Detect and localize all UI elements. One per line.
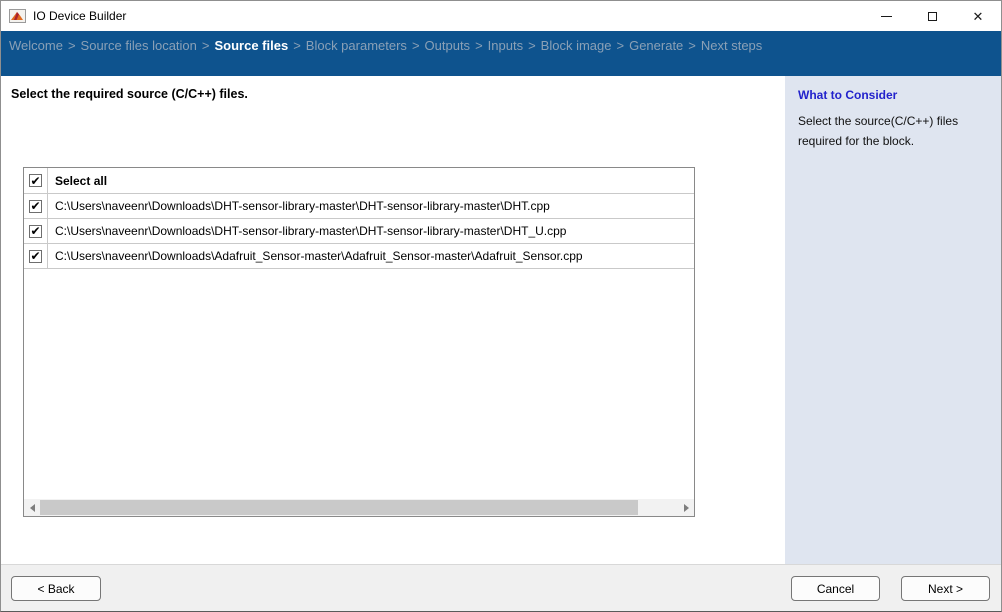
- matlab-icon: [9, 9, 26, 23]
- table-row[interactable]: ✔ C:\Users\naveenr\Downloads\Adafruit_Se…: [24, 244, 694, 269]
- next-button[interactable]: Next >: [901, 576, 990, 601]
- select-all-checkbox[interactable]: ✔: [29, 174, 42, 187]
- breadcrumb-separator: >: [68, 38, 76, 53]
- breadcrumb-step-block-image[interactable]: Block image: [541, 38, 612, 53]
- select-all-checkbox-cell: ✔: [24, 168, 48, 193]
- maximize-icon: [928, 12, 937, 21]
- source-files-table: ✔ Select all ✔ C:\Users\naveenr\Download…: [23, 167, 695, 517]
- source-file-path: C:\Users\naveenr\Downloads\DHT-sensor-li…: [48, 219, 566, 243]
- checkbox-check-icon: ✔: [30, 250, 40, 262]
- row-checkbox[interactable]: ✔: [29, 250, 42, 263]
- breadcrumb-step-source-files[interactable]: Source files: [214, 38, 288, 53]
- scroll-right-icon: [684, 504, 689, 512]
- breadcrumb-step-welcome[interactable]: Welcome: [9, 38, 63, 53]
- cancel-button[interactable]: Cancel: [791, 576, 880, 601]
- breadcrumb-separator: >: [293, 38, 301, 53]
- sidebar-title: What to Consider: [798, 88, 988, 102]
- row-checkbox[interactable]: ✔: [29, 225, 42, 238]
- scrollbar-thumb[interactable]: [40, 500, 638, 515]
- breadcrumb-separator: >: [475, 38, 483, 53]
- maximize-button[interactable]: [909, 1, 955, 31]
- close-icon: ✕: [973, 10, 984, 23]
- source-file-path: C:\Users\naveenr\Downloads\DHT-sensor-li…: [48, 194, 550, 218]
- table-row[interactable]: ✔ C:\Users\naveenr\Downloads\DHT-sensor-…: [24, 194, 694, 219]
- breadcrumb-step-inputs[interactable]: Inputs: [488, 38, 523, 53]
- minimize-button[interactable]: [863, 1, 909, 31]
- breadcrumb-separator: >: [412, 38, 420, 53]
- horizontal-scrollbar[interactable]: [24, 499, 694, 516]
- row-checkbox[interactable]: ✔: [29, 200, 42, 213]
- row-checkbox-cell: ✔: [24, 244, 48, 268]
- checkbox-check-icon: ✔: [30, 200, 40, 212]
- io-device-builder-window: IO Device Builder ✕ Welcome > Source files…: [0, 0, 1002, 612]
- select-all-label: Select all: [48, 168, 107, 193]
- breadcrumb-step-block-parameters[interactable]: Block parameters: [306, 38, 407, 53]
- breadcrumb-separator: >: [202, 38, 210, 53]
- footer-bar: < Back Cancel Next >: [1, 564, 1001, 611]
- window-title: IO Device Builder: [33, 9, 126, 23]
- table-header-row: ✔ Select all: [24, 168, 694, 194]
- close-button[interactable]: ✕: [955, 1, 1001, 31]
- sidebar-help-text: Select the source(C/C++) files required …: [798, 111, 988, 152]
- page-title: Select the required source (C/C++) files…: [11, 87, 248, 101]
- scroll-left-icon: [30, 504, 35, 512]
- wizard-breadcrumb: Welcome > Source files location > Source fil…: [1, 31, 1001, 76]
- breadcrumb-separator: >: [528, 38, 536, 53]
- back-button[interactable]: < Back: [11, 576, 101, 601]
- breadcrumb-separator: >: [688, 38, 696, 53]
- checkbox-check-icon: ✔: [30, 225, 40, 237]
- row-checkbox-cell: ✔: [24, 194, 48, 218]
- scroll-right-button[interactable]: [678, 499, 694, 516]
- row-checkbox-cell: ✔: [24, 219, 48, 243]
- breadcrumb-step-generate[interactable]: Generate: [629, 38, 683, 53]
- what-to-consider-panel: What to Consider Select the source(C/C++…: [785, 76, 1001, 564]
- main-panel: Select the required source (C/C++) files…: [1, 76, 785, 564]
- minimize-icon: [881, 16, 892, 17]
- content-area: Select the required source (C/C++) files…: [1, 76, 1001, 564]
- scroll-left-button[interactable]: [24, 499, 40, 516]
- breadcrumb-step-next-steps[interactable]: Next steps: [701, 38, 762, 53]
- breadcrumb-separator: >: [616, 38, 624, 53]
- table-row[interactable]: ✔ C:\Users\naveenr\Downloads\DHT-sensor-…: [24, 219, 694, 244]
- window-controls: ✕: [863, 1, 1001, 31]
- title-bar: IO Device Builder ✕: [1, 1, 1001, 31]
- source-file-path: C:\Users\naveenr\Downloads\Adafruit_Sens…: [48, 244, 583, 268]
- breadcrumb-step-source-files-location[interactable]: Source files location: [81, 38, 197, 53]
- breadcrumb-step-outputs[interactable]: Outputs: [425, 38, 471, 53]
- checkbox-check-icon: ✔: [30, 175, 40, 187]
